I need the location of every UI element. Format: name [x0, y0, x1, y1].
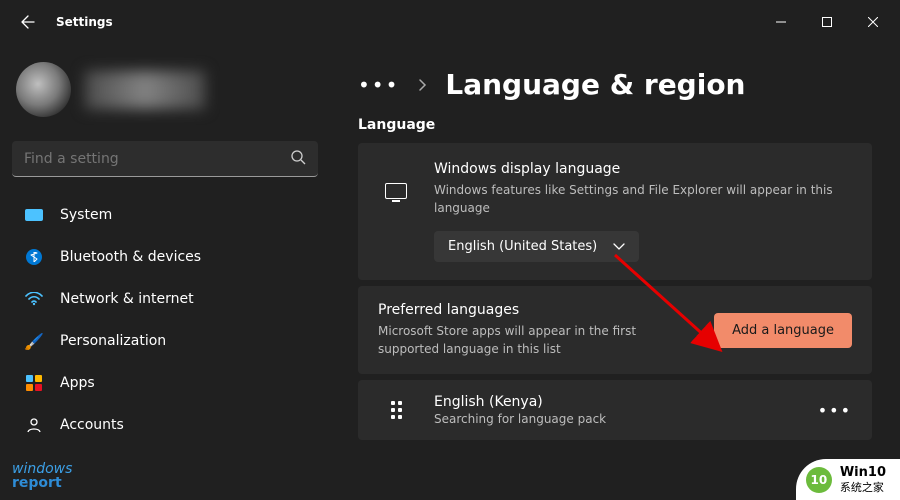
body: System Bluetooth & devices Network & int…: [0, 44, 900, 500]
sidebar-search: [12, 141, 318, 177]
sidebar-item-label: System: [60, 207, 112, 223]
profile-block[interactable]: [12, 56, 318, 133]
watermark-windowsreport: windowsreport: [12, 462, 72, 490]
page-title: Language & region: [445, 68, 745, 101]
sidebar-item-label: Accounts: [60, 417, 124, 433]
watermark-win10home: 10 Win10 系统之家: [796, 459, 900, 500]
minimize-button[interactable]: [758, 6, 804, 38]
bluetooth-icon: [24, 247, 44, 267]
sidebar-nav: System Bluetooth & devices Network & int…: [12, 195, 318, 445]
arrow-left-icon: [20, 14, 36, 30]
sidebar-item-label: Apps: [60, 375, 95, 391]
apps-icon: [24, 373, 44, 393]
sidebar-item-label: Personalization: [60, 333, 166, 349]
display-language-title: Windows display language: [434, 161, 852, 177]
system-icon: [24, 205, 44, 225]
display-language-value: English (United States): [448, 239, 597, 254]
language-entry-card[interactable]: English (Kenya) Searching for language p…: [358, 380, 872, 440]
sidebar-item-apps[interactable]: Apps: [12, 363, 318, 403]
sidebar-item-accounts[interactable]: Accounts: [12, 405, 318, 445]
preferred-languages-subtitle: Microsoft Store apps will appear in the …: [378, 322, 678, 358]
titlebar: Settings: [0, 0, 900, 44]
sidebar-item-system[interactable]: System: [12, 195, 318, 235]
display-language-subtitle: Windows features like Settings and File …: [434, 181, 834, 217]
monitor-icon: [378, 161, 414, 199]
wifi-icon: [24, 289, 44, 309]
display-language-select[interactable]: English (United States): [434, 231, 639, 262]
breadcrumb-more[interactable]: •••: [358, 73, 399, 97]
minimize-icon: [776, 17, 786, 27]
sidebar-item-network[interactable]: Network & internet: [12, 279, 318, 319]
language-entry-more-button[interactable]: •••: [818, 401, 852, 420]
settings-window: Settings System: [0, 0, 900, 500]
close-icon: [868, 17, 878, 27]
language-entry-subtitle: Searching for language pack: [434, 412, 606, 426]
preferred-languages-title: Preferred languages: [378, 302, 694, 318]
maximize-icon: [822, 17, 832, 27]
chevron-down-icon: [613, 243, 625, 251]
add-language-button[interactable]: Add a language: [714, 313, 852, 348]
app-title: Settings: [56, 15, 113, 29]
sidebar-item-label: Bluetooth & devices: [60, 249, 201, 265]
sidebar-item-label: Network & internet: [60, 291, 194, 307]
sidebar: System Bluetooth & devices Network & int…: [0, 44, 330, 500]
maximize-button[interactable]: [804, 6, 850, 38]
breadcrumb: ••• Language & region: [358, 68, 872, 101]
avatar: [16, 62, 71, 117]
drag-handle-icon[interactable]: [378, 401, 414, 419]
watermark-badge: 10: [806, 467, 832, 493]
section-heading-language: Language: [358, 117, 872, 133]
display-language-card: Windows display language Windows feature…: [358, 143, 872, 280]
preferred-languages-card: Preferred languages Microsoft Store apps…: [358, 286, 872, 374]
search-input[interactable]: [12, 141, 318, 177]
sidebar-item-bluetooth[interactable]: Bluetooth & devices: [12, 237, 318, 277]
close-button[interactable]: [850, 6, 896, 38]
language-entry-title: English (Kenya): [434, 394, 606, 410]
search-icon: [290, 149, 306, 165]
profile-name-redacted: [85, 71, 205, 109]
main-content[interactable]: ••• Language & region Language Windows d…: [330, 44, 900, 500]
person-icon: [24, 415, 44, 435]
back-button[interactable]: [8, 2, 48, 42]
watermark-text: Win10 系统之家: [840, 465, 886, 494]
sidebar-item-personalization[interactable]: 🖌️ Personalization: [12, 321, 318, 361]
chevron-right-icon: [417, 78, 427, 92]
window-controls: [758, 6, 896, 38]
paintbrush-icon: 🖌️: [24, 331, 44, 351]
